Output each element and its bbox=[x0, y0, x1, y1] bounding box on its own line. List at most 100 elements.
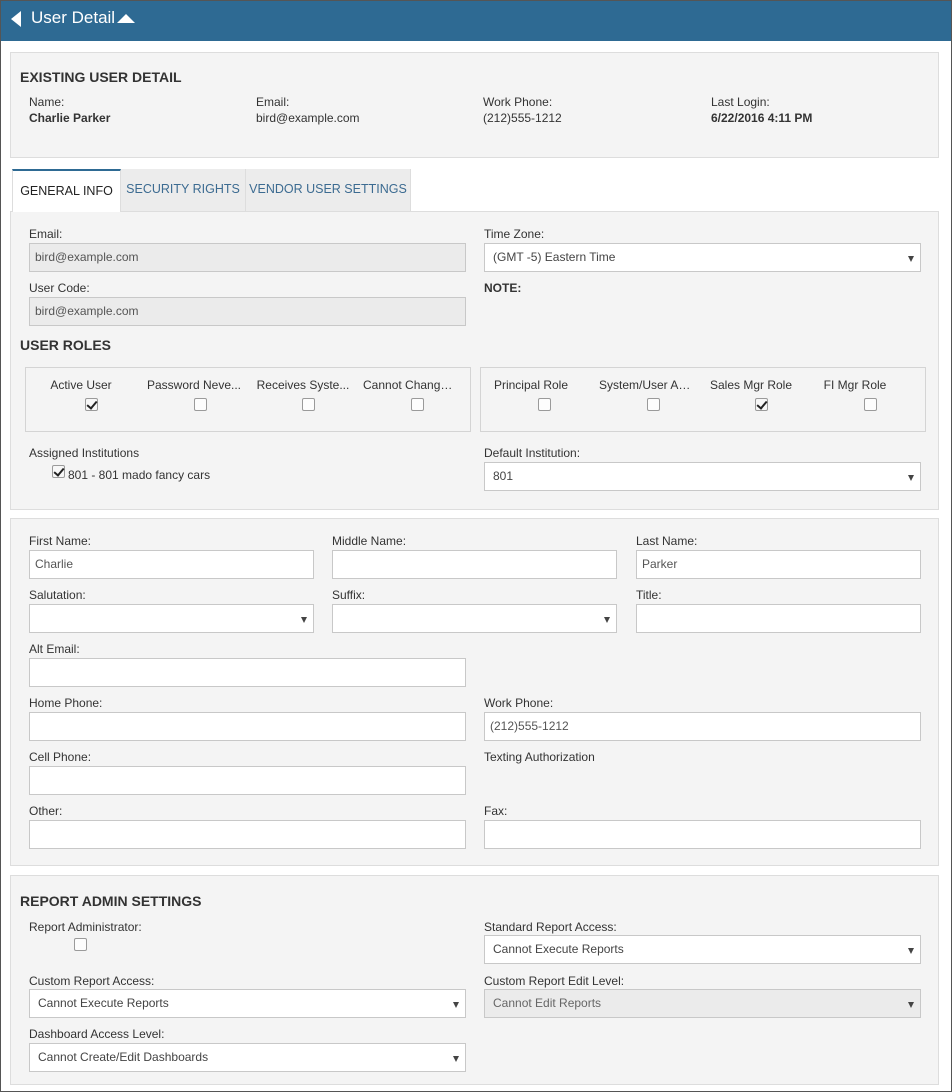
role-label-principal: Principal Role bbox=[493, 378, 569, 392]
first-name-label: First Name: bbox=[29, 534, 92, 548]
tab-general-info[interactable]: GENERAL INFO bbox=[12, 169, 121, 212]
chevron-down-icon bbox=[908, 256, 914, 262]
institution-checkbox[interactable] bbox=[52, 465, 65, 478]
timezone-value: (GMT -5) Eastern Time bbox=[493, 250, 616, 264]
roles-box: Principal Role System/User Ad... Sales M… bbox=[480, 367, 926, 432]
work-phone-label: Work Phone: bbox=[483, 95, 553, 109]
alt-email-label: Alt Email: bbox=[29, 642, 80, 656]
role-checkbox-principal[interactable] bbox=[538, 398, 551, 411]
other-label: Other: bbox=[29, 804, 63, 818]
chevron-down-icon bbox=[453, 1056, 459, 1062]
name-value: Charlie Parker bbox=[29, 111, 111, 125]
user-detail-window: User Detail EXISTING USER DETAIL Name: C… bbox=[0, 0, 952, 1092]
timezone-label: Time Zone: bbox=[484, 227, 545, 241]
page-title: User Detail bbox=[31, 8, 116, 27]
standard-report-select[interactable]: Cannot Execute Reports bbox=[484, 935, 921, 964]
dashboard-access-value: Cannot Create/Edit Dashboards bbox=[38, 1050, 209, 1064]
dashboard-access-select[interactable]: Cannot Create/Edit Dashboards bbox=[29, 1043, 466, 1072]
last-login-label: Last Login: bbox=[711, 95, 770, 109]
alt-email-field[interactable] bbox=[29, 658, 466, 687]
chevron-down-icon bbox=[908, 1002, 914, 1008]
tab-vendor-user-settings[interactable]: VENDOR USER SETTINGS bbox=[246, 169, 411, 211]
existing-user-heading: EXISTING USER DETAIL bbox=[20, 69, 182, 85]
user-flags-box: Active User Password Neve... Receives Sy… bbox=[25, 367, 471, 432]
flag-label-cannot-change: Cannot Change ... bbox=[363, 378, 459, 392]
email-field[interactable]: bird@example.com bbox=[29, 243, 466, 272]
chevron-down-icon bbox=[301, 617, 307, 623]
assigned-institutions-label: Assigned Institutions bbox=[29, 446, 140, 460]
usercode-field[interactable]: bird@example.com bbox=[29, 297, 466, 326]
last-name-field[interactable]: Parker bbox=[636, 550, 921, 579]
cell-phone-field[interactable] bbox=[29, 766, 466, 795]
custom-edit-value: Cannot Edit Reports bbox=[493, 996, 602, 1010]
salutation-select[interactable] bbox=[29, 604, 314, 633]
suffix-select[interactable] bbox=[332, 604, 617, 633]
usercode-label: User Code: bbox=[29, 281, 90, 295]
first-name-field[interactable]: Charlie bbox=[29, 550, 314, 579]
existing-user-panel: EXISTING USER DETAIL Name: Charlie Parke… bbox=[10, 52, 939, 158]
custom-report-select[interactable]: Cannot Execute Reports bbox=[29, 989, 466, 1018]
general-info-panel: Email: bird@example.com Time Zone: (GMT … bbox=[10, 212, 939, 510]
note-label: NOTE: bbox=[484, 281, 522, 295]
home-phone-field[interactable] bbox=[29, 712, 466, 741]
last-name-label: Last Name: bbox=[636, 534, 698, 548]
flag-checkbox-active-user[interactable] bbox=[85, 398, 98, 411]
suffix-label: Suffix: bbox=[332, 588, 366, 602]
role-checkbox-fi-mgr[interactable] bbox=[864, 398, 877, 411]
custom-report-value: Cannot Execute Reports bbox=[38, 996, 169, 1010]
collapse-up-icon[interactable] bbox=[117, 14, 135, 23]
fax-label: Fax: bbox=[484, 804, 508, 818]
institution-item-label: 801 - 801 mado fancy cars bbox=[68, 468, 211, 482]
back-arrow-icon[interactable] bbox=[11, 11, 21, 27]
role-label-sales-mgr: Sales Mgr Role bbox=[709, 378, 793, 392]
email-label: Email: bbox=[256, 95, 290, 109]
middle-name-label: Middle Name: bbox=[332, 534, 407, 548]
standard-report-label: Standard Report Access: bbox=[484, 920, 617, 934]
tab-security-rights[interactable]: SECURITY RIGHTS bbox=[121, 169, 246, 211]
custom-edit-select: Cannot Edit Reports bbox=[484, 989, 921, 1018]
header-bar: User Detail bbox=[1, 1, 951, 41]
flag-checkbox-password-never[interactable] bbox=[194, 398, 207, 411]
report-admin-panel: REPORT ADMIN SETTINGS Report Administrat… bbox=[10, 875, 939, 1085]
texting-authorization-label: Texting Authorization bbox=[484, 750, 595, 764]
email-value: bird@example.com bbox=[256, 111, 360, 125]
dashboard-access-label: Dashboard Access Level: bbox=[29, 1027, 165, 1041]
cell-phone-label: Cell Phone: bbox=[29, 750, 92, 764]
name-label: Name: bbox=[29, 95, 65, 109]
email-field-label: Email: bbox=[29, 227, 63, 241]
work-phone-value: (212)555-1212 bbox=[483, 111, 562, 125]
home-phone-label: Home Phone: bbox=[29, 696, 103, 710]
chevron-down-icon bbox=[453, 1002, 459, 1008]
role-label-fi-mgr: FI Mgr Role bbox=[823, 378, 887, 392]
role-checkbox-sales-mgr[interactable] bbox=[755, 398, 768, 411]
chevron-down-icon bbox=[908, 475, 914, 481]
custom-edit-label: Custom Report Edit Level: bbox=[484, 974, 625, 988]
default-institution-value: 801 bbox=[493, 469, 514, 483]
chevron-down-icon bbox=[604, 617, 610, 623]
report-admin-checkbox[interactable] bbox=[74, 938, 87, 951]
report-admin-label: Report Administrator: bbox=[29, 920, 142, 934]
timezone-select[interactable]: (GMT -5) Eastern Time bbox=[484, 243, 921, 272]
title-field[interactable] bbox=[636, 604, 921, 633]
flag-label-active-user: Active User bbox=[50, 378, 112, 392]
fax-field[interactable] bbox=[484, 820, 921, 849]
report-admin-heading: REPORT ADMIN SETTINGS bbox=[20, 893, 202, 909]
middle-name-field[interactable] bbox=[332, 550, 617, 579]
role-checkbox-system-user-admin[interactable] bbox=[647, 398, 660, 411]
title-label: Title: bbox=[636, 588, 662, 602]
role-label-system-user-admin: System/User Ad... bbox=[599, 378, 695, 392]
standard-report-value: Cannot Execute Reports bbox=[493, 942, 624, 956]
other-field[interactable] bbox=[29, 820, 466, 849]
flag-label-receives-system: Receives Syste... bbox=[256, 378, 350, 392]
salutation-label: Salutation: bbox=[29, 588, 86, 602]
work-phone-field[interactable]: (212)555-1212 bbox=[484, 712, 921, 741]
default-institution-label: Default Institution: bbox=[484, 446, 581, 460]
flag-label-password-never: Password Neve... bbox=[146, 378, 242, 392]
default-institution-select[interactable]: 801 bbox=[484, 462, 921, 491]
chevron-down-icon bbox=[908, 948, 914, 954]
flag-checkbox-cannot-change[interactable] bbox=[411, 398, 424, 411]
last-login-value: 6/22/2016 4:11 PM bbox=[711, 111, 813, 125]
custom-report-label: Custom Report Access: bbox=[29, 974, 155, 988]
flag-checkbox-receives-system[interactable] bbox=[302, 398, 315, 411]
work-phone-field-label: Work Phone: bbox=[484, 696, 554, 710]
